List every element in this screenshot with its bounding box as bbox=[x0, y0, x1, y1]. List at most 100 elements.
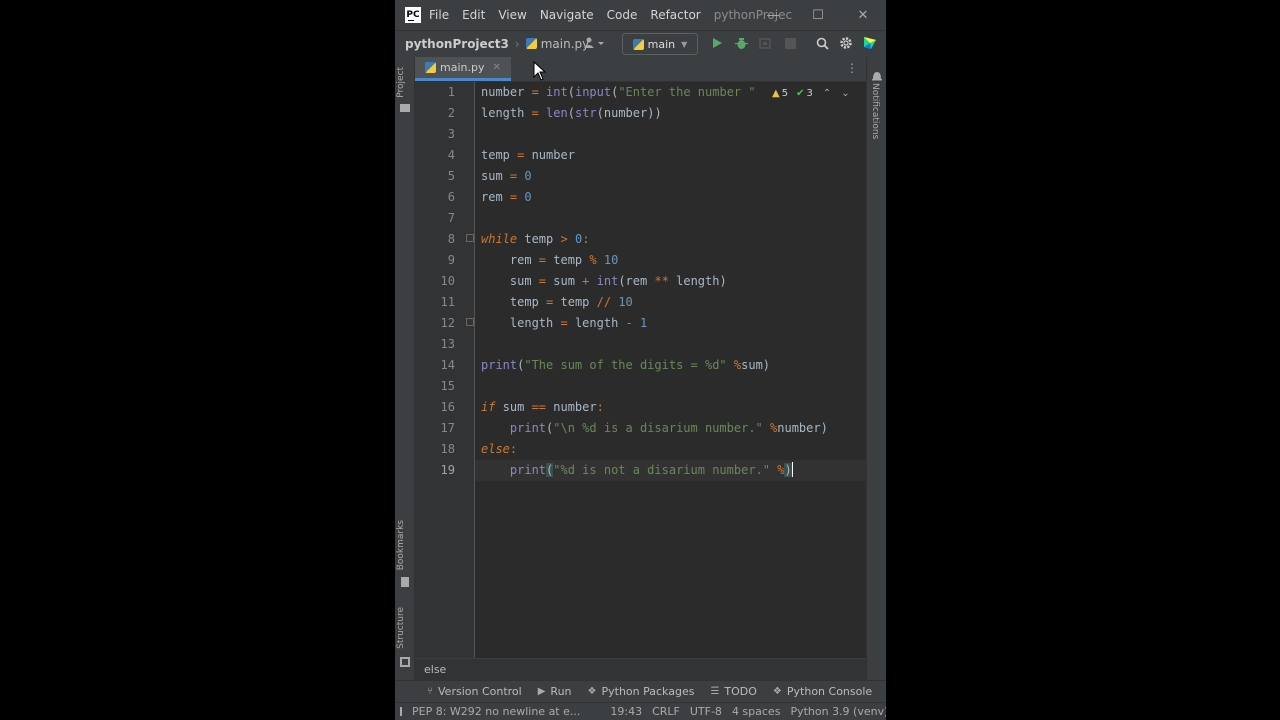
tab-main-py[interactable]: main.py ✕ bbox=[415, 57, 511, 81]
structure-icon bbox=[400, 657, 410, 667]
console-python-icon: ❖ bbox=[772, 686, 782, 697]
fold-toggle-icon[interactable] bbox=[466, 234, 474, 242]
line-number: 13 bbox=[440, 337, 455, 351]
structure-tool-tab[interactable]: Structure bbox=[396, 607, 406, 649]
line-number: 14 bbox=[440, 358, 455, 372]
branch-selector[interactable]: main ▼ bbox=[622, 33, 698, 55]
line-number-current: 19 bbox=[440, 463, 455, 477]
debug-icon[interactable] bbox=[733, 33, 749, 53]
breadcrumb-project[interactable]: pythonProject3 bbox=[405, 37, 509, 51]
code-line-16[interactable]: if sum == number: bbox=[481, 397, 604, 418]
inspection-widget[interactable]: ▲ 5 ✔ 3 ⌃ ⌄ bbox=[770, 84, 850, 102]
title-bar: PC File Edit View Navigate Code Refactor… bbox=[395, 0, 886, 30]
minimize-button[interactable]: — bbox=[753, 0, 793, 30]
code-editor[interactable]: number = int(input("Enter the number " l… bbox=[475, 82, 866, 658]
line-number: 8 bbox=[447, 232, 455, 246]
code-line-1[interactable]: number = int(input("Enter the number " bbox=[481, 82, 756, 103]
code-line-18[interactable]: else: bbox=[481, 439, 517, 460]
code-line-10[interactable]: sum = sum + int(rem ** length) bbox=[481, 271, 727, 292]
jetbrains-toolbox-icon[interactable] bbox=[862, 33, 878, 53]
line-number-gutter: 1 2 3 4 5 6 7 8 9 10 11 12 13 14 15 16 1… bbox=[415, 82, 475, 658]
breadcrumb-separator-icon: › bbox=[514, 37, 520, 51]
python-file-icon bbox=[425, 62, 436, 73]
warning-count: 5 bbox=[781, 87, 789, 99]
indent-setting[interactable]: 4 spaces bbox=[732, 705, 781, 718]
run-tool-button[interactable]: ▶ Run bbox=[538, 685, 572, 698]
search-icon[interactable] bbox=[814, 33, 830, 53]
code-line-11[interactable]: temp = temp // 10 bbox=[481, 292, 633, 313]
todo-button[interactable]: ☰ TODO bbox=[710, 685, 756, 698]
code-line-17[interactable]: print("\n %d is a disarium number." %num… bbox=[481, 418, 828, 439]
code-line-14[interactable]: print("The sum of the digits = %d" %sum) bbox=[481, 355, 770, 376]
line-number: 2 bbox=[447, 106, 455, 120]
line-number: 16 bbox=[440, 400, 455, 414]
branch-label: main bbox=[647, 37, 676, 51]
menu-file[interactable]: File bbox=[429, 8, 449, 22]
add-user-icon[interactable] bbox=[579, 33, 609, 53]
menu-refactor[interactable]: Refactor bbox=[650, 8, 700, 22]
code-line-2[interactable]: length = len(str(number)) bbox=[481, 103, 662, 124]
pycharm-logo-icon: PC bbox=[405, 7, 421, 23]
line-number: 9 bbox=[447, 253, 455, 267]
python-file-icon bbox=[525, 38, 537, 49]
code-line-8[interactable]: while temp > 0: bbox=[481, 229, 589, 250]
code-line-4[interactable]: temp = number bbox=[481, 145, 575, 166]
stop-icon[interactable] bbox=[782, 33, 798, 53]
more-tabs-icon[interactable]: ⋮ bbox=[846, 61, 858, 75]
tab-close-icon[interactable]: ✕ bbox=[492, 62, 500, 73]
settings-gear-icon[interactable] bbox=[838, 33, 854, 53]
python-packages-label: Python Packages bbox=[601, 685, 695, 698]
chevron-up-icon[interactable]: ⌃ bbox=[823, 88, 831, 99]
menu-navigate[interactable]: Navigate bbox=[540, 8, 594, 22]
notifications-bell-icon[interactable] bbox=[871, 67, 883, 81]
editor-breadcrumbs: else bbox=[415, 658, 866, 680]
line-number: 3 bbox=[447, 127, 455, 141]
menu-view[interactable]: View bbox=[498, 8, 526, 22]
line-number: 1 bbox=[447, 85, 455, 99]
run-icon[interactable] bbox=[709, 33, 725, 53]
menu-code[interactable]: Code bbox=[607, 8, 638, 22]
version-control-button[interactable]: ⑂ Version Control bbox=[427, 685, 522, 698]
line-number: 6 bbox=[447, 190, 455, 204]
menu-edit[interactable]: Edit bbox=[462, 8, 485, 22]
folder-icon bbox=[400, 104, 410, 112]
python-packages-button[interactable]: ❖ Python Packages bbox=[588, 685, 695, 698]
todo-label: TODO bbox=[724, 685, 757, 698]
breadcrumb-else[interactable]: else bbox=[424, 663, 446, 676]
editor-tab-bar: main.py ✕ ⋮ bbox=[415, 57, 866, 82]
line-number: 15 bbox=[440, 379, 455, 393]
bookmark-icon bbox=[401, 577, 409, 587]
code-line-19[interactable]: print("%d is not a disarium number." %) bbox=[481, 460, 793, 481]
play-icon: ▶ bbox=[537, 686, 546, 697]
line-number: 18 bbox=[440, 442, 455, 456]
version-control-label: Version Control bbox=[438, 685, 522, 698]
python-console-button[interactable]: ❖ Python Console bbox=[773, 685, 872, 698]
line-number: 11 bbox=[440, 295, 455, 309]
code-line-12[interactable]: length = length - 1 bbox=[481, 313, 647, 334]
python-interpreter[interactable]: Python 3.9 (venv) bbox=[790, 705, 886, 718]
run-with-coverage-icon[interactable] bbox=[757, 33, 773, 53]
python-console-label: Python Console bbox=[786, 685, 873, 698]
caret-position[interactable]: 19:43 bbox=[610, 705, 642, 718]
code-line-9[interactable]: rem = temp % 10 bbox=[481, 250, 618, 271]
line-number: 10 bbox=[440, 274, 455, 288]
pycharm-window: PC File Edit View Navigate Code Refactor… bbox=[395, 0, 886, 720]
code-line-6[interactable]: rem = 0 bbox=[481, 187, 532, 208]
bookmarks-tool-tab[interactable]: Bookmarks bbox=[396, 520, 406, 570]
status-message[interactable]: PEP 8: W292 no newline at e... bbox=[412, 705, 580, 718]
toggle-tool-windows-icon[interactable] bbox=[400, 707, 402, 716]
fold-toggle-icon[interactable] bbox=[466, 318, 474, 326]
maximize-button[interactable]: ☐ bbox=[798, 0, 838, 30]
chevron-down-icon: ▼ bbox=[681, 39, 688, 49]
code-line-5[interactable]: sum = 0 bbox=[481, 166, 532, 187]
close-window-button[interactable]: ✕ bbox=[843, 0, 883, 30]
notifications-tool-tab[interactable]: Notifications bbox=[870, 83, 880, 139]
chevron-down-icon[interactable]: ⌄ bbox=[841, 88, 849, 99]
warning-icon: ▲ bbox=[772, 87, 780, 99]
check-icon: ✔ bbox=[796, 87, 805, 99]
python-icon bbox=[632, 38, 644, 50]
packages-icon: ❖ bbox=[587, 686, 597, 697]
line-separator[interactable]: CRLF bbox=[652, 705, 680, 718]
file-encoding[interactable]: UTF-8 bbox=[690, 705, 722, 718]
project-tool-tab[interactable]: Project bbox=[396, 67, 406, 98]
